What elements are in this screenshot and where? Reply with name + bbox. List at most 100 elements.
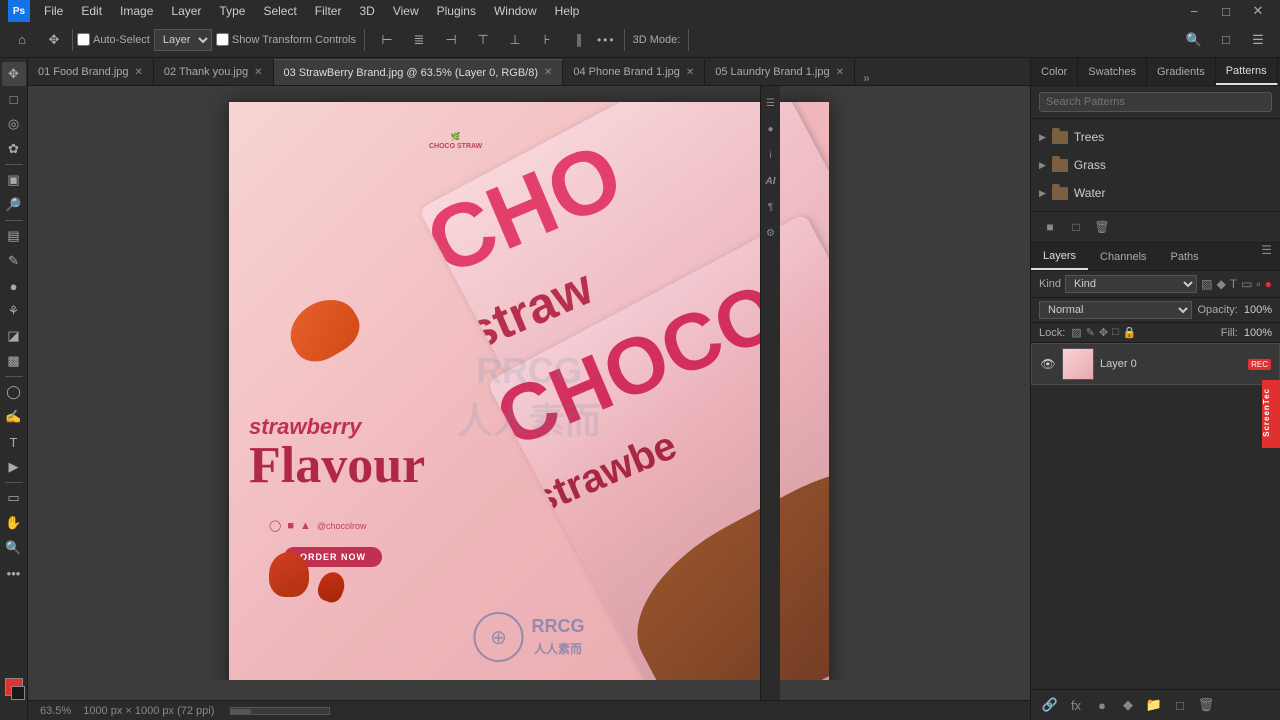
panel-icon-settings[interactable]: ⚙ (762, 224, 780, 242)
eraser-tool[interactable]: ◪ (2, 324, 26, 348)
delete-layer-btn[interactable]: 🗑 (1195, 694, 1217, 716)
zoom-tool[interactable]: 🔍 (2, 536, 26, 560)
panel-icon-para[interactable]: ¶ (762, 198, 780, 216)
panel-icon-2[interactable]: ● (762, 120, 780, 138)
panel-icon-info[interactable]: i (762, 146, 780, 164)
search-patterns-input[interactable] (1039, 92, 1272, 112)
menu-select[interactable]: Select (255, 2, 304, 20)
pattern-item-trees[interactable]: ▶ Trees (1031, 123, 1280, 151)
lasso-tool[interactable]: ◎ (2, 112, 26, 136)
artwork-canvas[interactable]: CHOstraw CHOCOstrawbe (229, 102, 829, 680)
menu-plugins[interactable]: Plugins (429, 2, 484, 20)
panel-icon-1[interactable]: ☰ (762, 94, 780, 112)
filter-toggle[interactable]: ● (1265, 277, 1272, 291)
menu-view[interactable]: View (385, 2, 427, 20)
hand-tool[interactable]: ✋ (2, 511, 26, 535)
align-center-v-btn[interactable]: ≣ (405, 26, 433, 54)
filter-select[interactable]: Kind (1065, 275, 1197, 293)
delete-pattern-btn[interactable]: 🗑 (1091, 216, 1113, 238)
align-right-btn[interactable]: ⊣ (437, 26, 465, 54)
text-tool[interactable]: T (2, 430, 26, 454)
filter-shape-icon[interactable]: ▭ (1241, 277, 1252, 291)
menu-filter[interactable]: Filter (307, 2, 350, 20)
filter-smartobj-icon[interactable]: ▫ (1256, 277, 1260, 291)
close-tab-2[interactable]: ✕ (544, 67, 552, 78)
crop-tool[interactable]: ▣ (2, 168, 26, 192)
menu-file[interactable]: File (36, 2, 71, 20)
menu-help[interactable]: Help (547, 2, 588, 20)
dodge-tool[interactable]: ◯ (2, 380, 26, 404)
layers-menu-btn[interactable]: ☰ (1253, 243, 1280, 270)
move-tool-btn[interactable]: ✥ (40, 26, 68, 54)
new-group-btn[interactable]: ■ (1039, 216, 1061, 238)
add-style-btn[interactable]: fx (1065, 694, 1087, 716)
pattern-item-water[interactable]: ▶ Water (1031, 179, 1280, 207)
close-tab-3[interactable]: ✕ (686, 67, 694, 78)
lock-transparent-icon[interactable]: ▨ (1071, 326, 1081, 339)
magic-wand-tool[interactable]: ✿ (2, 137, 26, 161)
tab-swatches[interactable]: Swatches (1078, 58, 1147, 85)
eyedropper-tool[interactable]: 🔎 (2, 193, 26, 217)
blend-mode-select[interactable]: Normal (1039, 301, 1192, 319)
lock-brush-icon[interactable]: ✎ (1086, 326, 1095, 339)
filter-type-icon[interactable]: T (1230, 277, 1237, 291)
menu-type[interactable]: Type (211, 2, 253, 20)
tab-paths[interactable]: Paths (1159, 243, 1211, 270)
search-button[interactable]: 🔍 (1180, 26, 1208, 54)
tab-food-brand[interactable]: 01 Food Brand.jpg ✕ (28, 59, 154, 85)
menu-image[interactable]: Image (112, 2, 161, 20)
tab-strawberry-brand[interactable]: 03 StrawBerry Brand.jpg @ 63.5% (Layer 0… (274, 59, 564, 85)
close-tab-0[interactable]: ✕ (135, 67, 143, 78)
lock-artboard-icon[interactable]: □ (1112, 326, 1119, 339)
selection-tool[interactable]: □ (2, 87, 26, 111)
add-mask-btn[interactable]: ● (1091, 694, 1113, 716)
tab-layers[interactable]: Layers (1031, 243, 1088, 270)
pen-tool[interactable]: ✍ (2, 405, 26, 429)
path-select-tool[interactable]: ▶ (2, 455, 26, 479)
background-color[interactable] (11, 686, 25, 700)
scroll-bar[interactable] (230, 707, 330, 715)
tab-phone-brand[interactable]: 04 Phone Brand 1.jpg ✕ (563, 59, 705, 85)
lock-position-icon[interactable]: ✥ (1099, 326, 1108, 339)
menu-window[interactable]: Window (486, 2, 545, 20)
tab-laundry-brand[interactable]: 05 Laundry Brand 1.jpg ✕ (705, 59, 855, 85)
tab-patterns[interactable]: Patterns (1216, 58, 1278, 85)
new-pattern-btn[interactable]: □ (1065, 216, 1087, 238)
move-tool[interactable]: ✥ (2, 62, 26, 86)
tab-thank-you[interactable]: 02 Thank you.jpg ✕ (154, 59, 274, 85)
filter-pixel-icon[interactable]: ▧ (1201, 277, 1212, 291)
distribute-btn[interactable]: ∥ (565, 26, 593, 54)
close-tab-1[interactable]: ✕ (254, 67, 262, 78)
show-transform-checkbox[interactable] (216, 33, 229, 46)
align-left-btn[interactable]: ⊢ (373, 26, 401, 54)
home-button[interactable]: ⌂ (8, 26, 36, 54)
tab-channels[interactable]: Channels (1088, 243, 1158, 270)
panel-icon-ai[interactable]: AI (762, 172, 780, 190)
align-top-btn[interactable]: ⊤ (469, 26, 497, 54)
auto-select-checkbox[interactable] (77, 33, 90, 46)
tab-color[interactable]: Color (1031, 58, 1078, 85)
layer-visibility-toggle[interactable]: 👁 (1040, 357, 1056, 371)
menu-edit[interactable]: Edit (73, 2, 110, 20)
canvas-area[interactable]: CHOstraw CHOCOstrawbe (28, 86, 1030, 700)
shape-tool[interactable]: ▭ (2, 486, 26, 510)
add-layer-btn[interactable]: □ (1169, 694, 1191, 716)
layout-btn[interactable]: ☰ (1244, 26, 1272, 54)
align-center-h-btn[interactable]: ⊥ (501, 26, 529, 54)
more-tabs[interactable]: » (855, 71, 878, 85)
lock-all-icon[interactable]: 🔒 (1123, 326, 1137, 339)
more-options[interactable]: ••• (597, 33, 616, 47)
workspace-btn[interactable]: □ (1212, 26, 1240, 54)
add-group-btn[interactable]: 📁 (1143, 694, 1165, 716)
close-tab-4[interactable]: ✕ (836, 67, 844, 78)
gradient-tool[interactable]: ▩ (2, 349, 26, 373)
extra-tools[interactable]: ••• (2, 561, 26, 585)
align-bottom-btn[interactable]: ⊦ (533, 26, 561, 54)
healing-brush-tool[interactable]: ▤ (2, 224, 26, 248)
menu-3d[interactable]: 3D (351, 2, 382, 20)
tab-gradients[interactable]: Gradients (1147, 58, 1216, 85)
filter-adjustment-icon[interactable]: ◆ (1217, 277, 1226, 291)
clone-tool[interactable]: ● (2, 274, 26, 298)
brush-tool[interactable]: ✎ (2, 249, 26, 273)
add-adjustment-btn[interactable]: ◆ (1117, 694, 1139, 716)
